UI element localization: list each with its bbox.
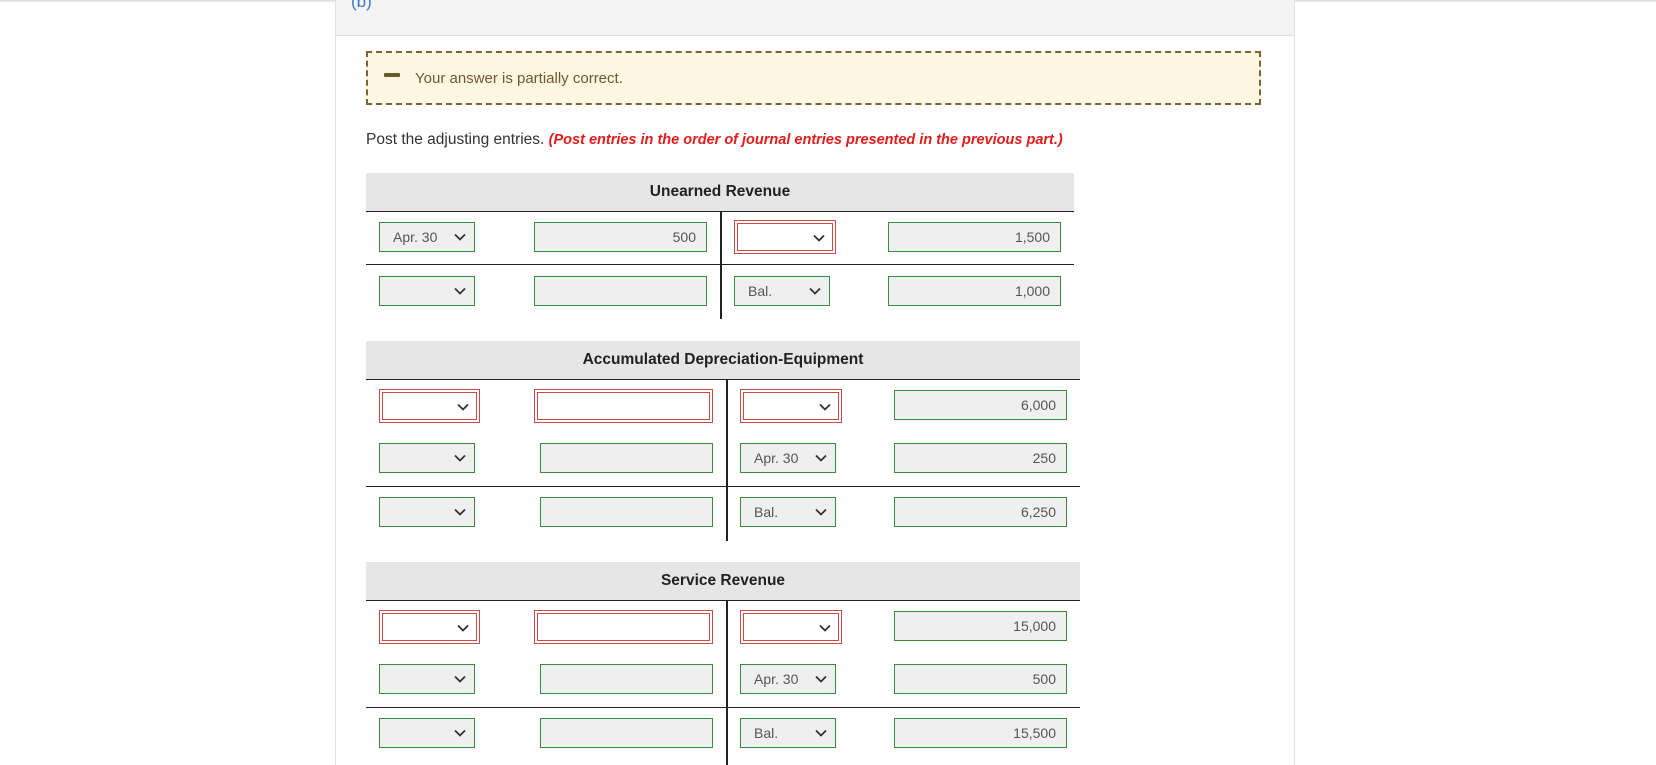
debit-amount-input[interactable] xyxy=(534,276,707,306)
credit-date-select[interactable]: Apr. 30 xyxy=(740,443,836,473)
debit-amount-input[interactable]: 500 xyxy=(534,222,707,252)
debit-amount-input[interactable] xyxy=(534,389,713,423)
part-label[interactable]: (b) xyxy=(351,0,372,12)
credit-date-select[interactable]: Bal. xyxy=(734,276,830,306)
credit-date-select[interactable]: Bal. xyxy=(740,718,836,748)
credit-date-select[interactable] xyxy=(734,220,836,254)
debit-date-select[interactable] xyxy=(379,497,475,527)
chevron-down-icon xyxy=(815,675,827,683)
instructions: Post the adjusting entries. (Post entrie… xyxy=(366,131,1063,149)
credit-amount-input[interactable]: 6,250 xyxy=(894,497,1067,527)
debit-date-select[interactable] xyxy=(379,718,475,748)
account-title: Service Revenue xyxy=(366,562,1080,601)
credit-amount-input[interactable]: 15,000 xyxy=(894,611,1067,641)
credit-date-select[interactable]: Apr. 30 xyxy=(740,664,836,694)
debit-date-select[interactable] xyxy=(379,276,475,306)
credit-date-select[interactable]: Bal. xyxy=(740,497,836,527)
account-title: Accumulated Depreciation-Equipment xyxy=(366,341,1080,380)
chevron-down-icon xyxy=(819,624,831,632)
debit-date-select[interactable] xyxy=(379,664,475,694)
credit-amount-input[interactable]: 15,500 xyxy=(894,718,1067,748)
debit-date-select[interactable]: Apr. 30 xyxy=(379,222,475,252)
chevron-down-icon xyxy=(809,287,821,295)
debit-amount-input[interactable] xyxy=(540,718,713,748)
credit-amount-input[interactable]: 500 xyxy=(894,664,1067,694)
credit-date-select[interactable] xyxy=(740,610,842,644)
chevron-down-icon xyxy=(454,287,466,295)
instruction-text: Post the adjusting entries. xyxy=(366,131,545,148)
t-account-unearned-revenue: Unearned Revenue Apr. 30 500 1,500 Bal. … xyxy=(366,173,1074,319)
debit-date-select[interactable] xyxy=(379,443,475,473)
feedback-banner: Your answer is partially correct. xyxy=(366,51,1261,105)
chevron-down-icon xyxy=(454,729,466,737)
chevron-down-icon xyxy=(813,234,825,242)
chevron-down-icon xyxy=(454,675,466,683)
credit-amount-input[interactable]: 1,500 xyxy=(888,222,1061,252)
debit-amount-input[interactable] xyxy=(540,497,713,527)
debit-amount-input[interactable] xyxy=(540,664,713,694)
partial-correct-icon xyxy=(384,73,400,77)
chevron-down-icon xyxy=(457,403,469,411)
chevron-down-icon xyxy=(815,729,827,737)
credit-amount-input[interactable]: 250 xyxy=(894,443,1067,473)
part-header: (b) xyxy=(336,0,1294,36)
chevron-down-icon xyxy=(454,233,466,241)
chevron-down-icon xyxy=(815,508,827,516)
chevron-down-icon xyxy=(457,624,469,632)
chevron-down-icon xyxy=(815,454,827,462)
debit-date-select[interactable] xyxy=(379,389,480,423)
t-account-service-revenue: Service Revenue 15,000 Apr. 30 500 Bal. … xyxy=(366,562,1080,765)
instruction-note: (Post entries in the order of journal en… xyxy=(548,132,1063,148)
credit-amount-input[interactable]: 6,000 xyxy=(894,390,1067,420)
chevron-down-icon xyxy=(819,403,831,411)
chevron-down-icon xyxy=(454,508,466,516)
account-title: Unearned Revenue xyxy=(366,173,1074,212)
credit-amount-input[interactable]: 1,000 xyxy=(888,276,1061,306)
debit-date-select[interactable] xyxy=(379,610,480,644)
chevron-down-icon xyxy=(454,454,466,462)
debit-amount-input[interactable] xyxy=(540,443,713,473)
feedback-message: Your answer is partially correct. xyxy=(415,70,623,87)
credit-date-select[interactable] xyxy=(740,389,842,423)
debit-amount-input[interactable] xyxy=(534,610,713,644)
t-account-accumulated-depreciation: Accumulated Depreciation-Equipment 6,000… xyxy=(366,341,1080,541)
